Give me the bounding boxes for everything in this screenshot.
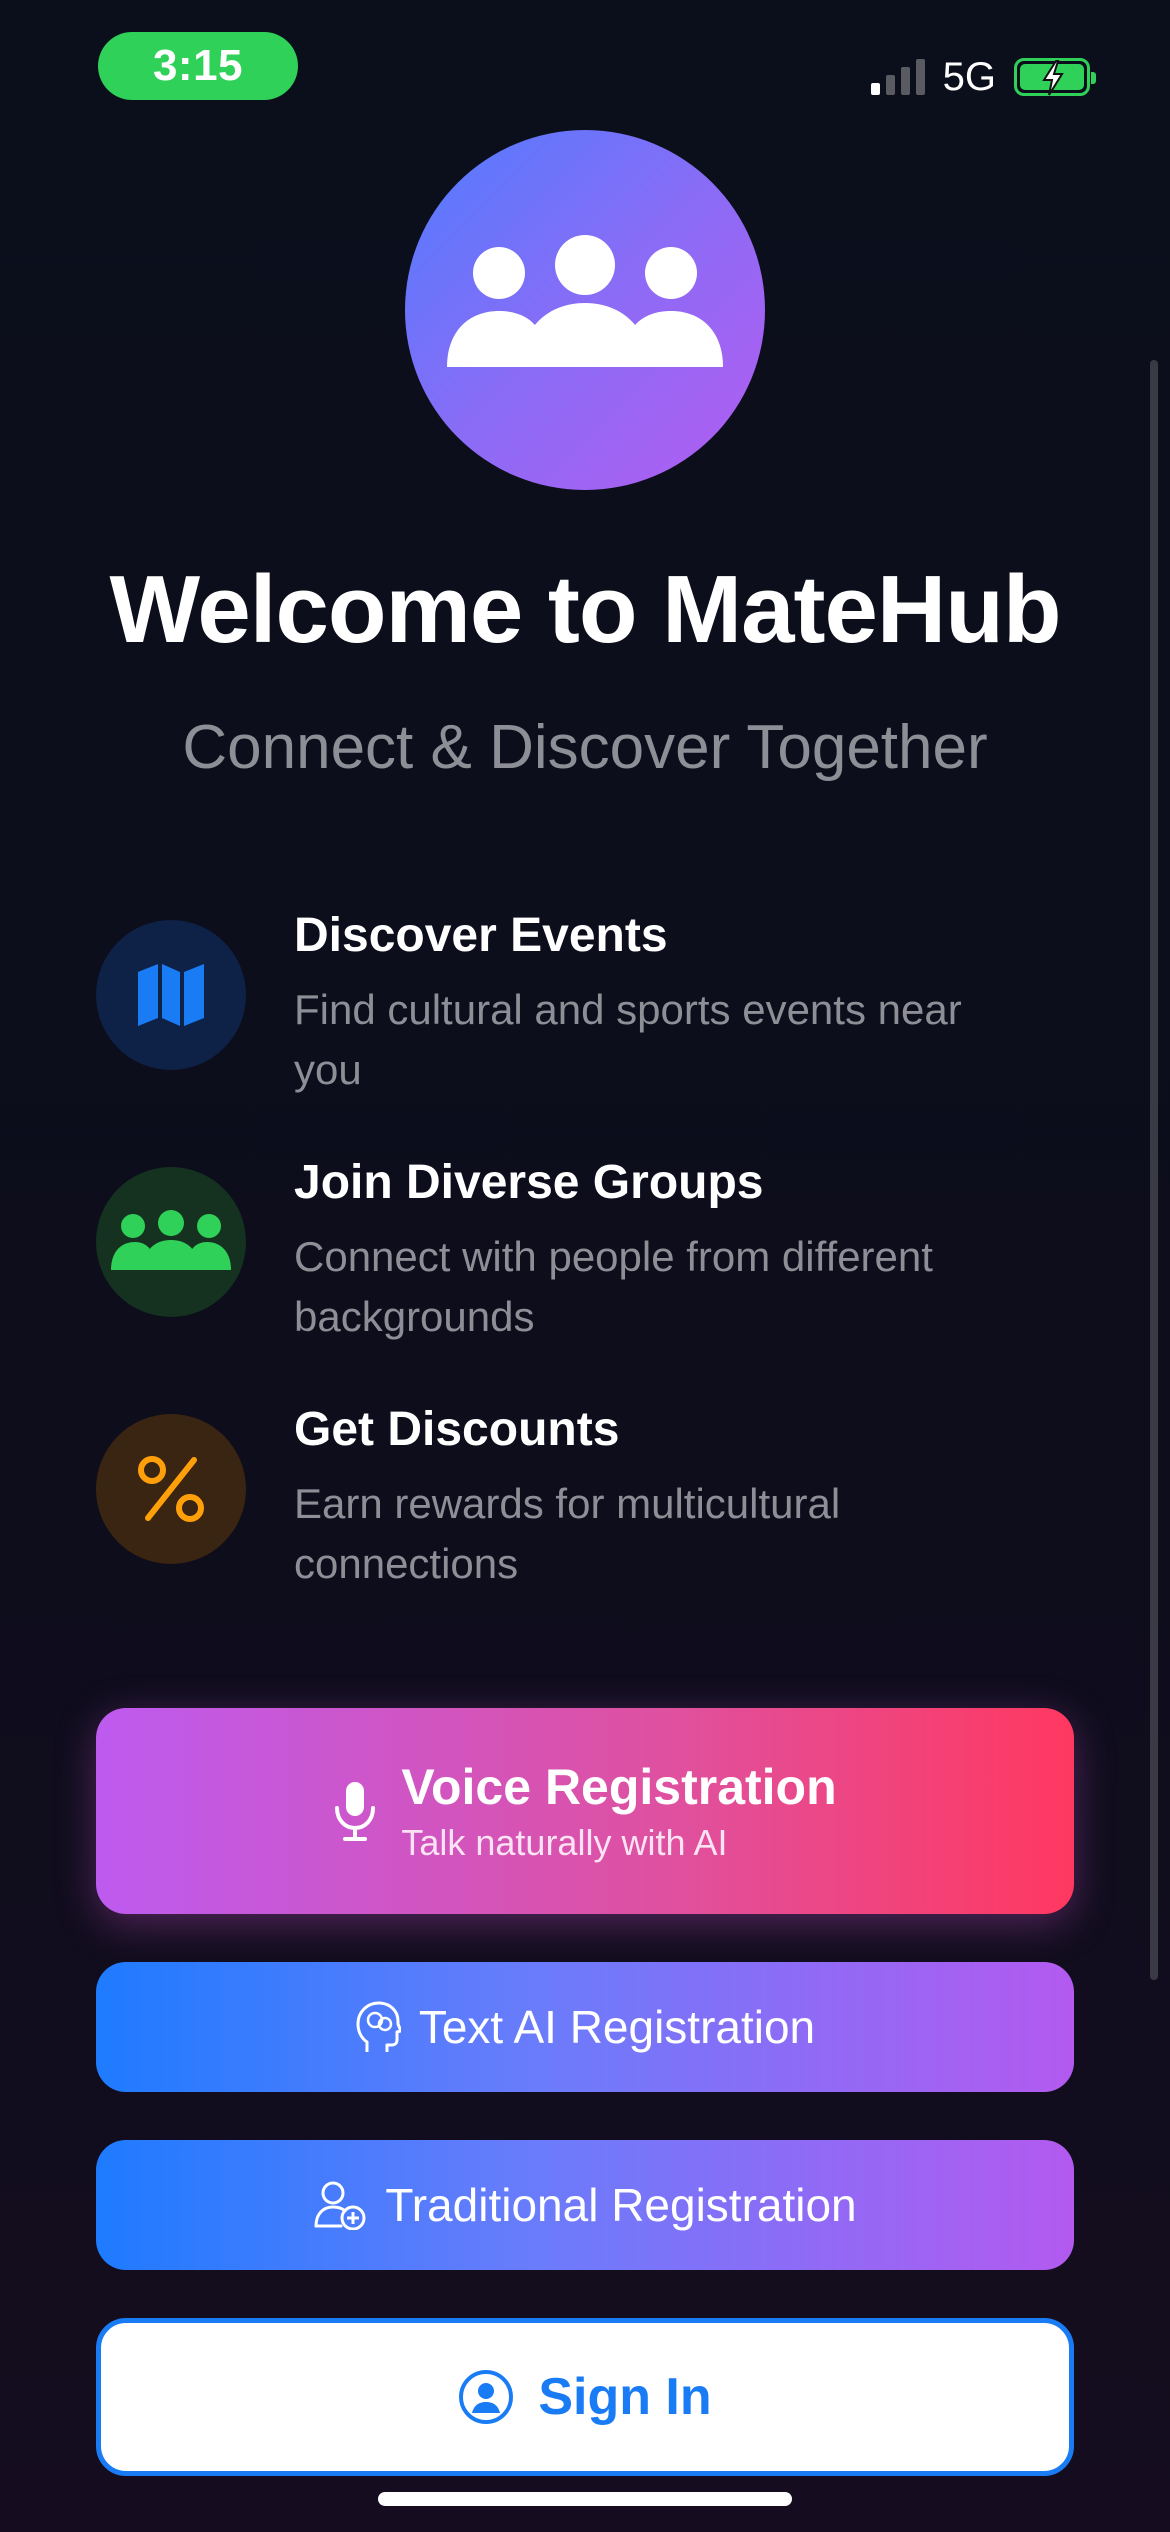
traditional-registration-label: Traditional Registration — [385, 2179, 857, 2231]
status-time: 3:15 — [98, 32, 298, 100]
people-group-icon — [111, 1210, 231, 1270]
signal-icon — [870, 59, 925, 95]
map-icon — [138, 964, 204, 1026]
sign-in-label: Sign In — [538, 2368, 712, 2426]
text-ai-registration-label: Text AI Registration — [418, 2001, 816, 2053]
page-subtitle: Connect & Discover Together — [182, 713, 988, 782]
home-indicator[interactable] — [378, 2492, 792, 2506]
microphone-icon — [335, 1782, 376, 1841]
feature-description: Connect with people from different backg… — [294, 1233, 933, 1340]
scroll-indicator[interactable] — [1150, 360, 1158, 1980]
feature-icon-badge — [96, 1414, 246, 1564]
feature-title: Join Diverse Groups — [294, 1156, 764, 1209]
feature-icon-badge — [96, 920, 246, 1070]
feature-discover-events: Discover Events Find cultural and sports… — [96, 908, 1096, 1108]
people-group-icon — [447, 235, 723, 367]
feature-join-groups: Join Diverse Groups Connect with people … — [96, 1155, 1096, 1355]
person-add-icon — [314, 2181, 366, 2230]
person-circle-icon — [459, 2370, 514, 2424]
voice-registration-subtitle: Talk naturally with AI — [401, 1822, 728, 1863]
text-ai-registration-button[interactable]: Text AI Registration — [96, 1962, 1074, 2092]
percent-icon — [138, 1456, 204, 1522]
feature-title: Discover Events — [294, 909, 668, 962]
page-title: Welcome to MateHub — [109, 556, 1062, 663]
status-icons: 5G — [870, 52, 1096, 102]
app-logo — [405, 130, 765, 490]
feature-get-discounts: Get Discounts Earn rewards for multicult… — [96, 1402, 1096, 1602]
feature-description: Earn rewards for multicultural connectio… — [294, 1480, 841, 1587]
brain-head-icon — [356, 2001, 401, 2052]
network-type: 5G — [942, 54, 996, 99]
feature-title: Get Discounts — [294, 1403, 620, 1456]
voice-registration-title: Voice Registration — [401, 1759, 837, 1815]
voice-registration-button[interactable]: Voice Registration Talk naturally with A… — [96, 1708, 1074, 1914]
feature-icon-badge — [96, 1167, 246, 1317]
traditional-registration-button[interactable]: Traditional Registration — [96, 2140, 1074, 2270]
battery-charging-icon — [1014, 58, 1096, 96]
sign-in-button[interactable]: Sign In — [96, 2318, 1074, 2476]
feature-description: Find cultural and sports events near you — [294, 986, 962, 1093]
